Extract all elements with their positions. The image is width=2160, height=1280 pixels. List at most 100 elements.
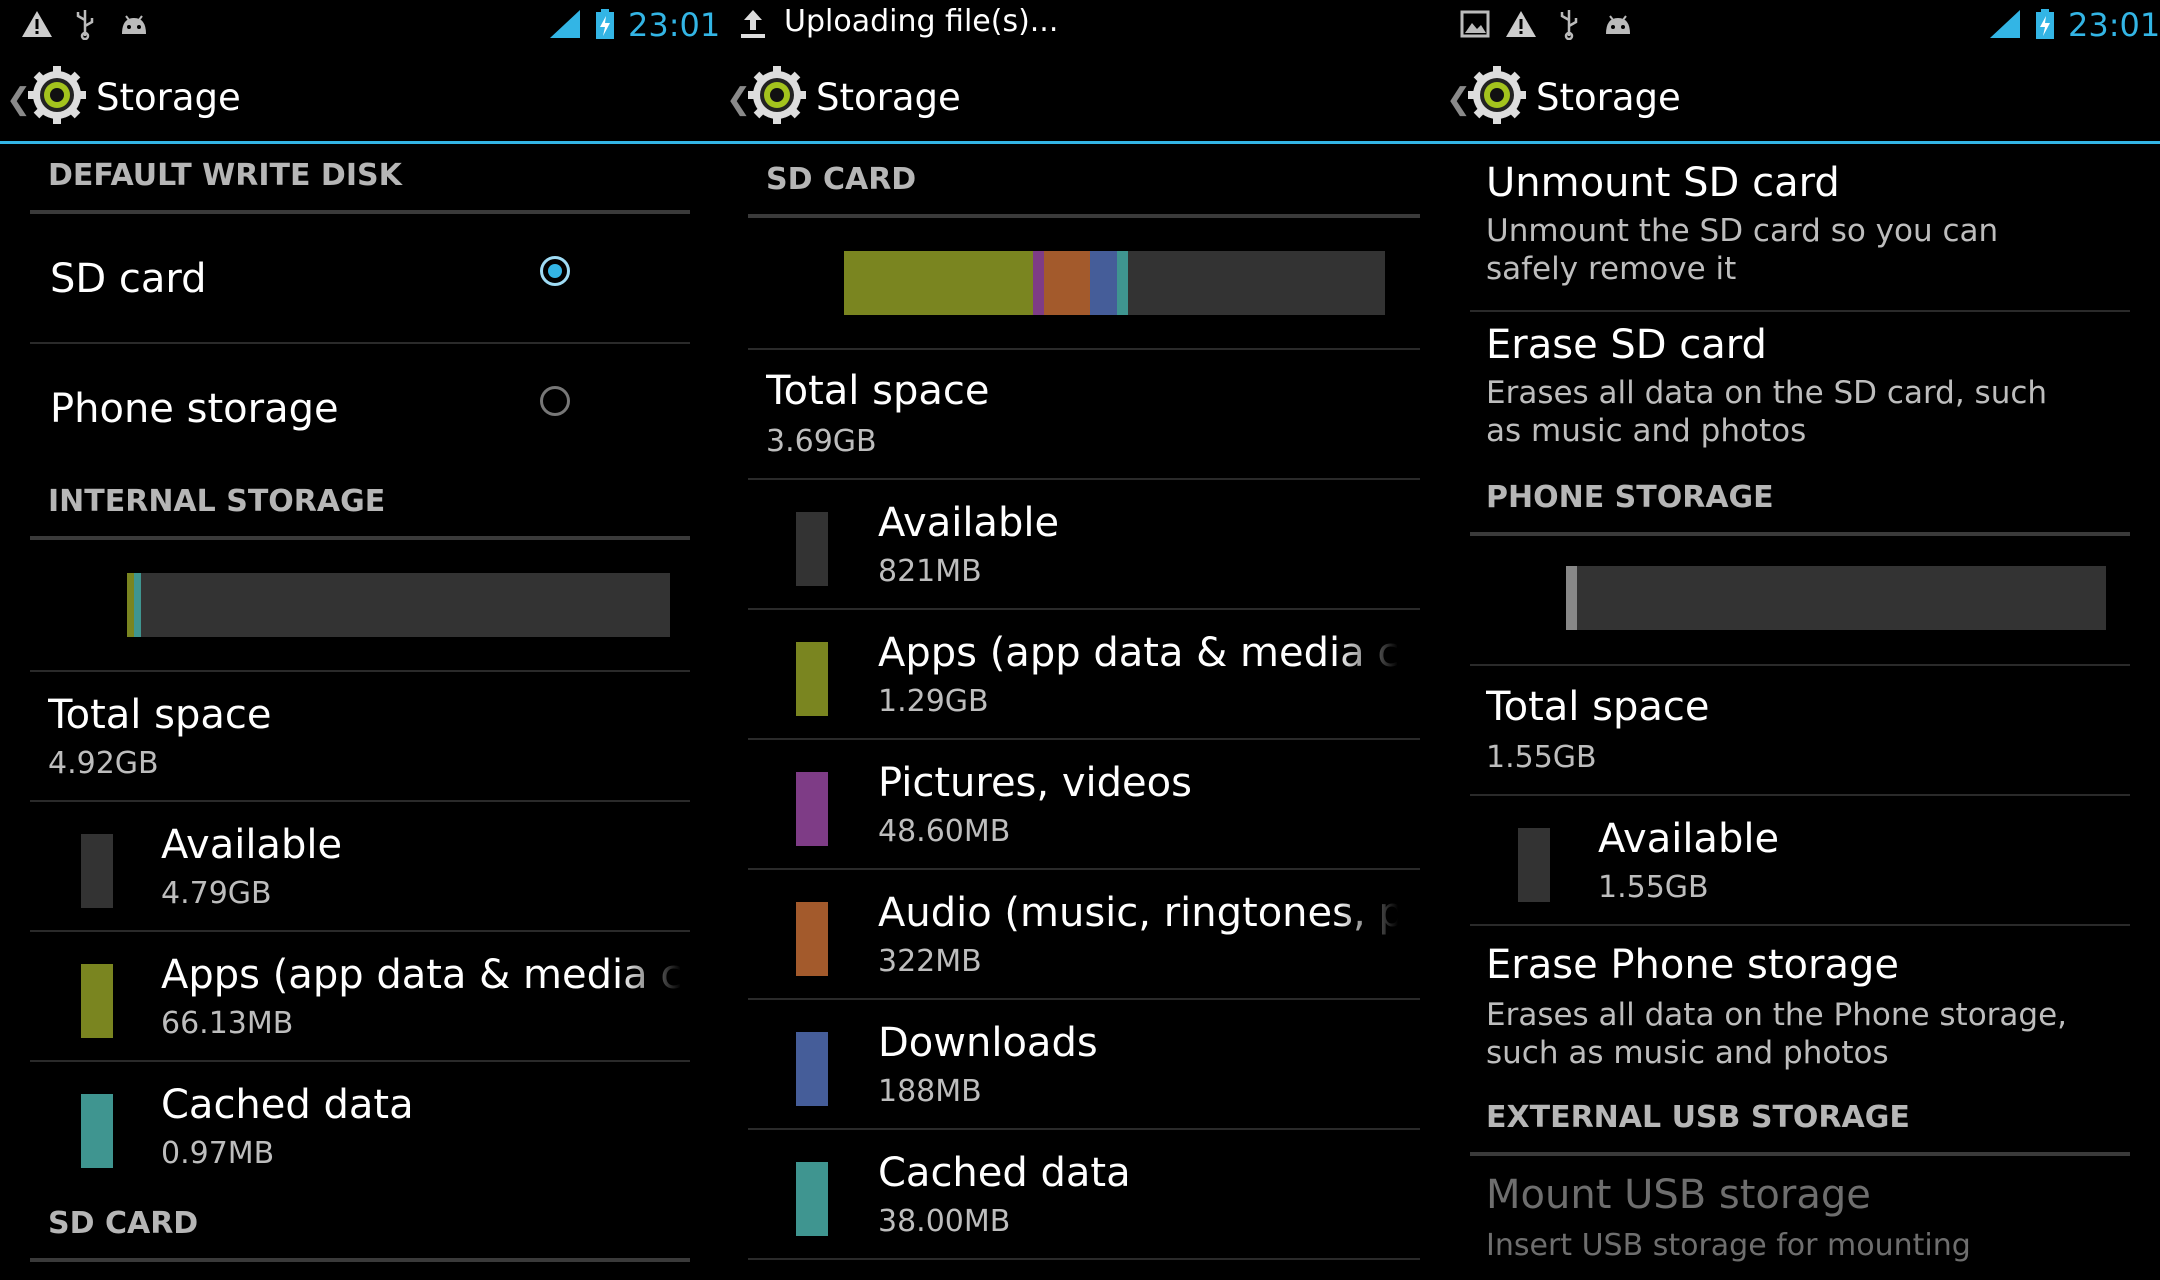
color-swatch-available [796, 512, 828, 586]
color-swatch-pictures [796, 772, 828, 846]
storage-item-pictures[interactable]: Pictures, videos 48.60MB [748, 740, 1420, 868]
item-summary: Erases all data on the SD card, such as … [1486, 375, 2048, 449]
color-swatch-apps [81, 964, 113, 1038]
usage-segment-available [140, 573, 670, 637]
status-time: 23:01 [2068, 6, 2160, 44]
item-label: Apps (app data & media content) [878, 630, 1398, 676]
warning-icon [1506, 11, 1536, 37]
color-swatch-cached [796, 1162, 828, 1236]
item-label: Pictures, videos [878, 760, 1192, 806]
usage-segment-pictures [1033, 251, 1045, 315]
usage-segment-available [1576, 566, 2106, 630]
item-summary: Erases all data on the Phone storage, su… [1486, 997, 2068, 1071]
usage-segment-downloads [1090, 251, 1118, 315]
usage-segment-apps [844, 251, 1034, 315]
panel-sd-card: Uploading file(s)... ❮ Storage SD CARD T… [720, 0, 1440, 1280]
usb-icon [76, 10, 94, 40]
action-bar[interactable]: ❮ Storage [1440, 50, 2160, 144]
usage-segment-other [1566, 566, 1577, 630]
radio-sd-card[interactable]: SD card [30, 214, 690, 342]
item-label: Available [878, 500, 1060, 546]
divider [748, 1258, 1420, 1260]
item-label: Cached data [161, 1082, 414, 1128]
item-summary: Unmount the SD card so you can safely re… [1486, 213, 1999, 287]
storage-item-downloads[interactable]: Downloads 188MB [748, 1000, 1420, 1128]
storage-item-apps[interactable]: Apps (app data & media content) 66.13MB [30, 932, 690, 1060]
upload-icon [741, 10, 765, 38]
section-sd-card: SD CARD [748, 152, 1420, 218]
total-space-row: Total space 3.69GB [748, 350, 1420, 478]
action-bar[interactable]: ❮ Storage [0, 50, 720, 144]
sd-usage-bar [844, 251, 1385, 315]
total-space-value: 3.69GB [766, 424, 877, 459]
color-swatch-downloads [796, 1032, 828, 1106]
item-value: 322MB [878, 944, 982, 979]
item-label: Audio (music, ringtones, podcasts, etc.) [878, 890, 1398, 936]
storage-item-available[interactable]: Available 821MB [748, 480, 1420, 608]
item-value: 66.13MB [161, 1006, 294, 1041]
total-space-row: Total space 1.55GB [1470, 666, 2130, 794]
item-title: Mount USB storage [1486, 1172, 1871, 1218]
section-phone-storage: PHONE STORAGE [1470, 470, 2130, 536]
signal-icon [1990, 10, 2020, 38]
android-debug-icon [1606, 15, 1630, 34]
total-space-value: 1.55GB [1486, 740, 1597, 775]
color-swatch-cached [81, 1094, 113, 1168]
battery-charging-icon [2036, 9, 2054, 39]
total-space-value: 4.92GB [48, 746, 159, 781]
storage-item-apps[interactable]: Apps (app data & media content) 1.29GB [748, 610, 1420, 738]
settings-gear-icon[interactable] [746, 64, 808, 126]
status-bar: 23:01 [1440, 0, 2160, 50]
item-label: Cached data [878, 1150, 1131, 1196]
mount-usb-storage-item[interactable]: Mount USB storage Insert USB storage for… [1470, 1156, 2130, 1280]
erase-sd-card-item[interactable]: Erase SD card Erases all data on the SD … [1470, 312, 2130, 470]
color-swatch-audio [796, 902, 828, 976]
section-internal-storage: INTERNAL STORAGE [30, 474, 690, 540]
battery-charging-icon [596, 9, 614, 39]
usage-segment-available [1128, 251, 1385, 315]
item-label: Apps (app data & media content) [161, 952, 681, 998]
total-space-row: Total space 4.92GB [30, 672, 690, 800]
usage-segment-cached [1117, 251, 1128, 315]
radio-button-phone-storage[interactable] [540, 386, 570, 416]
status-bar: 23:01 [0, 0, 720, 50]
total-space-label: Total space [48, 692, 272, 738]
warning-icon [22, 11, 52, 37]
total-space-label: Total space [1486, 684, 1710, 730]
usage-segment-audio [1044, 251, 1091, 315]
item-label: Available [1598, 816, 1780, 862]
usb-icon [1560, 10, 1578, 40]
item-title: Erase SD card [1486, 322, 1767, 368]
section-external-usb-storage: EXTERNAL USB STORAGE [1470, 1090, 2130, 1156]
item-value: 48.60MB [878, 814, 1011, 849]
item-value: 38.00MB [878, 1204, 1011, 1239]
usage-segment-apps [127, 573, 135, 637]
unmount-sd-card-item[interactable]: Unmount SD card Unmount the SD card so y… [1470, 150, 2130, 310]
radio-button-sd-card[interactable] [540, 256, 570, 286]
panel-internal-storage: 23:01 ❮ Storage DEFAULT WRITE DISK SD ca… [0, 0, 720, 1280]
internal-usage-bar [127, 573, 670, 637]
status-bar: Uploading file(s)... [720, 0, 1440, 50]
phone-usage-bar [1566, 566, 2106, 630]
storage-item-available[interactable]: Available 4.79GB [30, 802, 690, 930]
item-title: Erase Phone storage [1486, 942, 1899, 988]
storage-item-cached[interactable]: Cached data 0.97MB [30, 1062, 690, 1190]
status-time: 23:01 [628, 6, 720, 44]
actionbar-title: Storage [1536, 76, 1681, 119]
erase-phone-storage-item[interactable]: Erase Phone storage Erases all data on t… [1470, 926, 2130, 1084]
item-label: Downloads [878, 1020, 1098, 1066]
item-value: 1.55GB [1598, 870, 1709, 905]
total-space-label: Total space [766, 368, 990, 414]
settings-gear-icon[interactable] [26, 64, 88, 126]
notification-text: Uploading file(s)... [784, 4, 1059, 39]
item-value: 4.79GB [161, 876, 272, 911]
radio-phone-storage[interactable]: Phone storage [30, 344, 690, 472]
item-value: 0.97MB [161, 1136, 275, 1171]
storage-item-available[interactable]: Available 1.55GB [1470, 796, 2130, 924]
color-swatch-apps [796, 642, 828, 716]
item-title: Unmount SD card [1486, 160, 1840, 206]
storage-item-audio[interactable]: Audio (music, ringtones, podcasts, etc.)… [748, 870, 1420, 998]
storage-item-cached[interactable]: Cached data 38.00MB [748, 1130, 1420, 1258]
settings-gear-icon[interactable] [1466, 64, 1528, 126]
action-bar[interactable]: ❮ Storage [720, 50, 1440, 144]
